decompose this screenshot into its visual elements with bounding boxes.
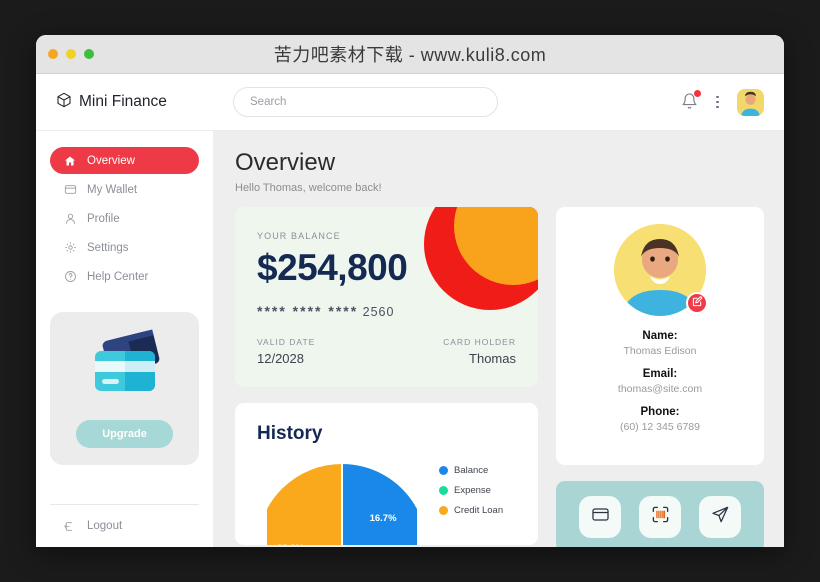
window-title: 苦力吧素材下载 - www.kuli8.com <box>273 45 547 65</box>
left-column: YOUR BALANCE $254,800 **** **** **** 256… <box>235 207 538 547</box>
phone-label: Phone: <box>640 406 680 418</box>
send-plane-icon <box>711 505 730 529</box>
brand-name: Mini Finance <box>79 93 167 110</box>
sidebar-item-overview[interactable]: Overview <box>50 147 199 174</box>
main-content: Overview Hello Thomas, welcome back! YOU… <box>213 131 784 547</box>
edit-pencil-icon <box>692 294 703 312</box>
stacked-credit-cards-illustration <box>79 329 171 406</box>
pie-slice-label: 28.2% <box>277 543 304 545</box>
cards-action[interactable] <box>579 496 621 538</box>
legend-label: Balance <box>454 465 489 476</box>
sidebar-item-profile[interactable]: Profile <box>50 205 199 232</box>
pie-slice-label: 16.7% <box>370 513 397 524</box>
balance-card: YOUR BALANCE $254,800 **** **** **** 256… <box>235 207 538 387</box>
content-columns: YOUR BALANCE $254,800 **** **** **** 256… <box>235 207 764 547</box>
barcode-scan-icon <box>651 505 670 529</box>
sidebar-item-help-center[interactable]: Help Center <box>50 263 199 290</box>
legend-item: Credit Loan <box>439 505 503 516</box>
edit-avatar-button[interactable] <box>686 292 708 314</box>
sidebar: Overview My Wallet Profile Settings Help… <box>36 131 213 547</box>
valid-date-value: 12/2028 <box>257 351 304 366</box>
email-value: thomas@site.com <box>617 383 703 395</box>
profile-card: Name: Thomas Edison Email: thomas@site.c… <box>556 207 764 465</box>
sidebar-item-settings[interactable]: Settings <box>50 234 199 261</box>
sidebar-item-my-wallet[interactable]: My Wallet <box>50 176 199 203</box>
legend-color-dot <box>439 486 448 495</box>
header-actions <box>681 88 764 116</box>
valid-date-label: VALID DATE <box>257 337 316 347</box>
wallet-icon <box>63 183 77 197</box>
app-window: 苦力吧素材下载 - www.kuli8.com Mini Finance Sea… <box>36 35 784 547</box>
search-input[interactable] <box>250 96 481 108</box>
send-action[interactable] <box>699 496 741 538</box>
balance-amount: $254,800 <box>257 247 408 288</box>
sidebar-divider <box>50 504 199 505</box>
home-icon <box>63 154 77 168</box>
logout-label: Logout <box>87 520 123 532</box>
name-label: Name: <box>642 330 678 342</box>
name-value: Thomas Edison <box>623 345 697 357</box>
notifications-button[interactable] <box>681 90 702 114</box>
card-number-masked: **** **** **** <box>257 303 359 319</box>
card-number-last4: 2560 <box>362 305 395 319</box>
pie-chart: 16.7% 28.2% <box>255 457 429 545</box>
sidebar-footer: Logout <box>50 504 199 547</box>
card-number: **** **** **** 2560 <box>257 303 516 319</box>
sidebar-item-label: Help Center <box>87 270 149 283</box>
avatar[interactable] <box>737 88 764 116</box>
sidebar-item-label: Profile <box>87 212 120 225</box>
sidebar-item-label: Settings <box>87 241 129 254</box>
scan-action[interactable] <box>639 496 681 538</box>
wallet-card-icon <box>591 505 610 529</box>
legend-item: Balance <box>439 465 503 476</box>
history-chart-row: 16.7% 28.2% Balance Expense Credit Loan <box>255 457 516 545</box>
phone-value: (60) 12 345 6789 <box>620 421 700 433</box>
upgrade-button[interactable]: Upgrade <box>76 420 173 448</box>
valid-date-block: VALID DATE 12/2028 <box>257 337 315 366</box>
sidebar-nav: Overview My Wallet Profile Settings Help… <box>50 147 199 290</box>
legend-label: Expense <box>454 485 491 496</box>
chart-legend: Balance Expense Credit Loan <box>439 465 503 516</box>
page-subtitle: Hello Thomas, welcome back! <box>235 182 382 194</box>
card-meta: VALID DATE 12/2028 CARD HOLDER Thomas <box>257 337 516 366</box>
sidebar-item-label: Overview <box>87 154 135 167</box>
right-column: Name: Thomas Edison Email: thomas@site.c… <box>556 207 764 547</box>
card-holder-block: CARD HOLDER Thomas <box>443 337 516 366</box>
notification-badge <box>694 90 702 97</box>
sidebar-item-label: My Wallet <box>87 183 138 196</box>
logout-icon <box>63 519 77 533</box>
window-titlebar: 苦力吧素材下载 - www.kuli8.com <box>36 35 784 74</box>
app-header: Mini Finance <box>36 74 784 131</box>
profile-avatar-holder <box>614 224 708 316</box>
card-holder-label: CARD HOLDER <box>443 337 516 347</box>
history-title: History <box>257 423 323 444</box>
profile-info: Name: Thomas Edison Email: thomas@site.c… <box>618 330 702 433</box>
email-label: Email: <box>642 368 678 380</box>
kebab-menu-icon[interactable] <box>712 94 723 111</box>
legend-label: Credit Loan <box>454 505 504 516</box>
brand-logo[interactable]: Mini Finance <box>56 92 231 113</box>
quick-actions <box>556 481 764 547</box>
legend-color-dot <box>439 466 448 475</box>
search-box[interactable] <box>233 87 498 117</box>
logout-button[interactable]: Logout <box>50 519 199 533</box>
pie-slice <box>255 461 343 545</box>
bell-icon <box>681 93 698 114</box>
gear-icon <box>63 241 77 255</box>
legend-color-dot <box>439 506 448 515</box>
app-body: Overview My Wallet Profile Settings Help… <box>36 131 784 547</box>
pie-slice <box>341 461 429 545</box>
balance-label: YOUR BALANCE <box>257 231 341 241</box>
legend-item: Expense <box>439 485 503 496</box>
cube-icon <box>56 92 72 113</box>
person-icon <box>63 212 77 226</box>
page-title: Overview <box>235 149 336 176</box>
card-holder-value: Thomas <box>469 351 516 366</box>
upgrade-card: Upgrade <box>50 312 199 465</box>
question-circle-icon <box>63 270 77 284</box>
history-card: History 16.7% 28.2% Balance Expense Credit … <box>235 403 538 545</box>
